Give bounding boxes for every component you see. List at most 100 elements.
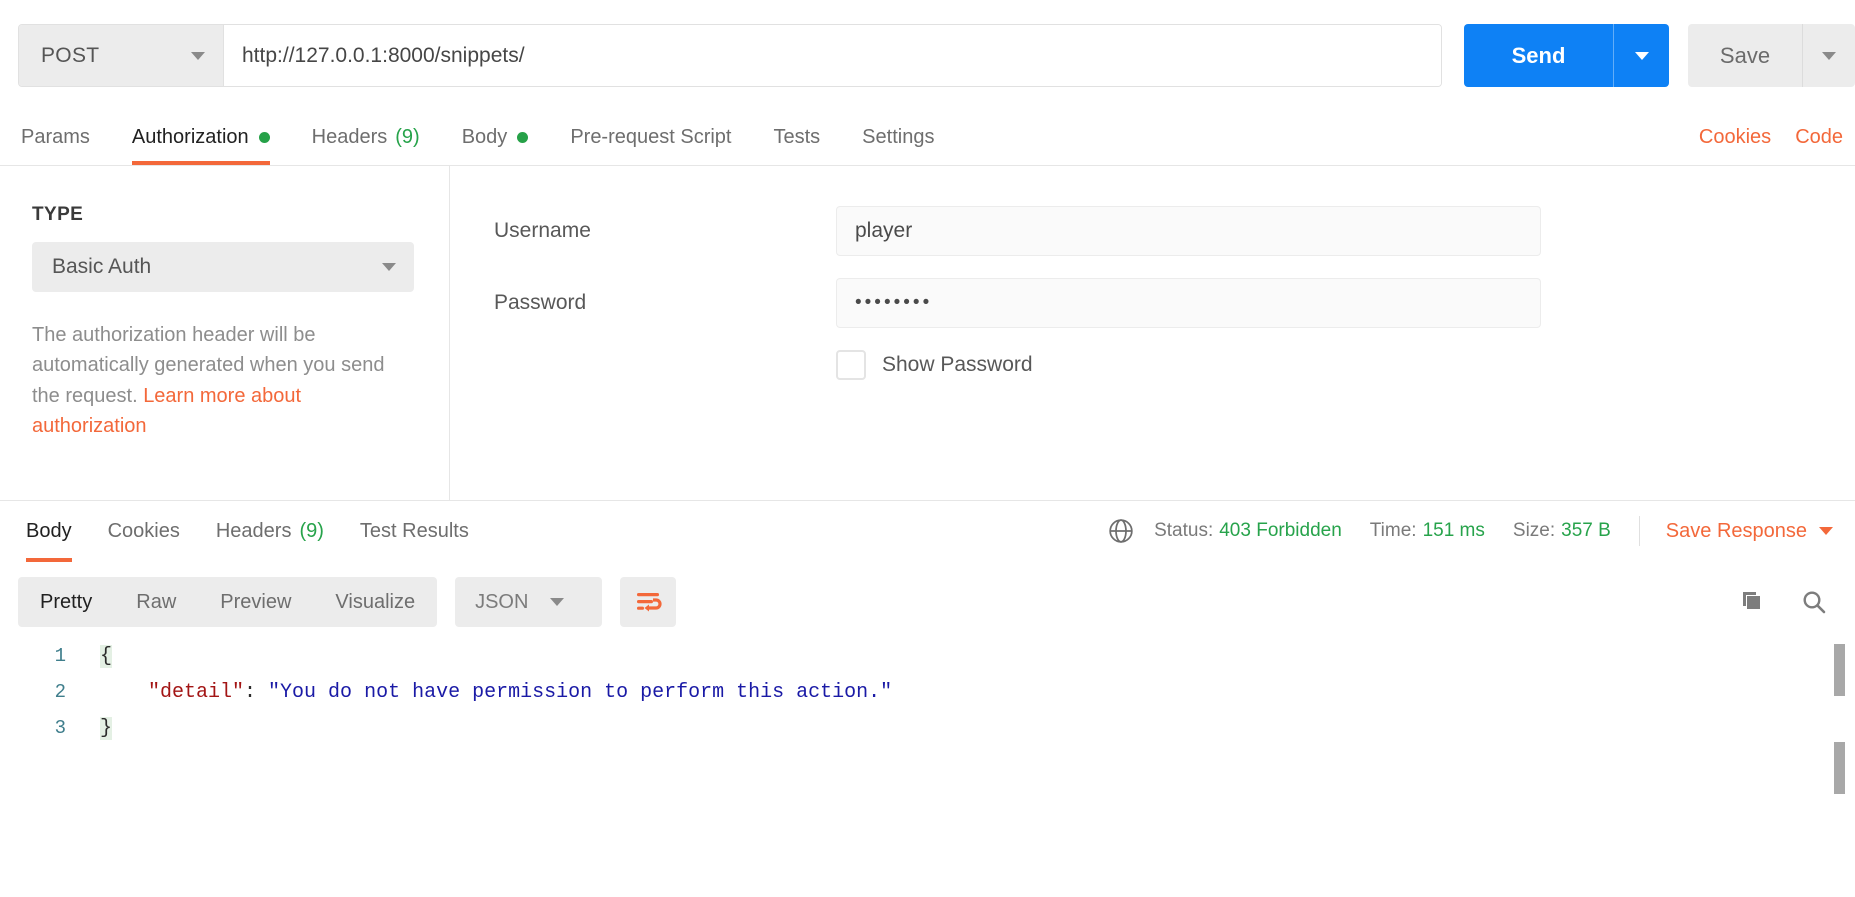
json-colon: : <box>244 680 269 704</box>
response-tab-test-results[interactable]: Test Results <box>342 501 487 562</box>
response-tab-label: Cookies <box>107 520 180 542</box>
copy-button[interactable] <box>1727 579 1773 625</box>
request-tab-count: (9) <box>395 126 420 148</box>
scrollbar-thumb-top[interactable] <box>1834 644 1845 696</box>
response-tab-bar: Body Cookies Headers (9) Test Results Status… <box>0 500 1855 562</box>
size-label: Size: <box>1512 520 1556 541</box>
send-button[interactable]: Send <box>1464 24 1669 87</box>
code-line: 2 "detail": "You do not have permission … <box>0 674 1855 710</box>
word-wrap-button[interactable] <box>620 577 677 627</box>
chevron-down-icon <box>191 51 205 60</box>
request-tab-label: Params <box>21 126 90 148</box>
auth-credentials-panel: Username Password Show Password <box>450 166 1855 500</box>
request-link-cookies[interactable]: Cookies <box>1687 110 1783 165</box>
save-button[interactable]: Save <box>1688 24 1855 87</box>
request-tab-tests[interactable]: Tests <box>752 110 841 165</box>
save-options-button[interactable] <box>1803 24 1855 87</box>
request-tab-bar: Params Authorization Headers (9) Body Pre-req… <box>0 110 1855 166</box>
status-label: Status: <box>1154 520 1214 541</box>
auth-type-panel: TYPE Basic Auth The authorization header… <box>0 166 450 500</box>
status-item: Status: 403 Forbidden <box>1154 520 1342 542</box>
request-tab-authorization[interactable]: Authorization <box>111 110 291 165</box>
body-view-preview[interactable]: Preview <box>198 577 313 627</box>
search-button[interactable] <box>1791 579 1837 625</box>
save-response-label: Save Response <box>1665 519 1807 542</box>
auth-type-select[interactable]: Basic Auth <box>32 242 414 292</box>
open-brace: { <box>100 644 113 668</box>
response-tab-headers[interactable]: Headers (9) <box>198 501 342 562</box>
body-view-raw[interactable]: Raw <box>114 577 198 627</box>
password-input[interactable] <box>836 278 1541 328</box>
save-response-button[interactable]: Save Response <box>1666 520 1833 543</box>
time-value: 151 ms <box>1422 520 1485 541</box>
code-text: { <box>82 644 113 668</box>
body-format-select[interactable]: JSON <box>455 577 603 627</box>
response-meta: Status: 403 Forbidden Time: 151 ms Size: 35… <box>1108 516 1855 562</box>
code-text: } <box>82 716 113 740</box>
auth-help-text: The authorization header will be automat… <box>32 320 417 442</box>
auth-type-value: Basic Auth <box>52 255 152 278</box>
code-line: 1{ <box>0 638 1855 674</box>
modified-indicator-dot <box>517 132 529 143</box>
copy-icon <box>1743 592 1760 609</box>
show-password-row: Show Password <box>836 350 1855 380</box>
request-link-code[interactable]: Code <box>1783 110 1855 165</box>
url-bar: POST Send Save <box>0 0 1855 110</box>
request-tab-label: Pre-request Script <box>570 126 732 148</box>
save-button-label: Save <box>1688 24 1803 87</box>
response-tabs: Body Cookies Headers (9) Test Results <box>0 501 487 562</box>
url-input[interactable] <box>224 25 1441 86</box>
globe-icon <box>1109 519 1133 543</box>
time-label: Time: <box>1369 520 1417 541</box>
request-tab-body[interactable]: Body <box>441 110 550 165</box>
response-tab-label: Body <box>26 520 72 542</box>
chevron-down-icon <box>1634 51 1649 60</box>
show-password-checkbox[interactable] <box>836 350 866 380</box>
response-tab-label: Headers <box>215 520 292 542</box>
line-number: 2 <box>54 681 66 703</box>
body-view-pretty[interactable]: Pretty <box>18 577 114 627</box>
line-number: 3 <box>54 717 66 739</box>
response-body-code[interactable]: 1{2 "detail": "You do not have permissio… <box>0 638 1855 897</box>
request-tab-label: Authorization <box>131 126 249 148</box>
word-wrap-icon <box>637 593 663 612</box>
http-method-select[interactable]: POST <box>19 25 224 86</box>
scrollbar-thumb-bottom[interactable] <box>1834 742 1845 794</box>
search-icon <box>1803 591 1826 614</box>
size-item: Size: 357 B <box>1513 520 1611 542</box>
response-tab-count: (9) <box>299 520 324 542</box>
request-tab-pre-request-script[interactable]: Pre-request Script <box>549 110 752 165</box>
response-body-toolbar: Pretty Raw Preview Visualize JSON <box>0 566 1855 638</box>
response-scrollbar[interactable] <box>1834 644 1845 897</box>
request-tab-headers[interactable]: Headers (9) <box>291 110 441 165</box>
body-view-visualize[interactable]: Visualize <box>313 577 437 627</box>
body-view-switcher: Pretty Raw Preview Visualize <box>18 577 438 627</box>
code-text: "detail": "You do not have permission to… <box>82 681 892 704</box>
request-tab-label: Body <box>461 126 508 148</box>
chevron-down-icon <box>382 263 396 271</box>
request-tab-label: Headers <box>311 126 388 148</box>
chevron-down-icon <box>550 598 565 606</box>
request-tab-label: Tests <box>773 126 821 148</box>
time-item: Time: 151 ms <box>1370 520 1485 542</box>
send-options-button[interactable] <box>1614 24 1669 87</box>
authorization-pane: TYPE Basic Auth The authorization header… <box>0 166 1855 500</box>
line-number: 1 <box>54 645 66 667</box>
body-format-value: JSON <box>475 590 529 613</box>
send-button-label: Send <box>1464 24 1614 87</box>
response-tab-body[interactable]: Body <box>8 501 90 562</box>
password-row: Password <box>494 278 1855 328</box>
username-label: Username <box>494 219 591 242</box>
code-line: 3} <box>0 710 1855 746</box>
show-password-label: Show Password <box>882 353 1033 376</box>
chevron-down-icon <box>1819 527 1833 535</box>
postman-window: POST Send Save Params Authorization Header… <box>0 0 1855 897</box>
body-toolbar-actions <box>1709 579 1837 625</box>
close-brace: } <box>100 716 113 740</box>
request-tab-settings[interactable]: Settings <box>841 110 955 165</box>
request-tab-params[interactable]: Params <box>0 110 111 165</box>
response-tab-cookies[interactable]: Cookies <box>90 501 198 562</box>
username-input[interactable] <box>836 206 1541 256</box>
divider <box>1638 516 1640 546</box>
username-row: Username <box>494 206 1855 256</box>
